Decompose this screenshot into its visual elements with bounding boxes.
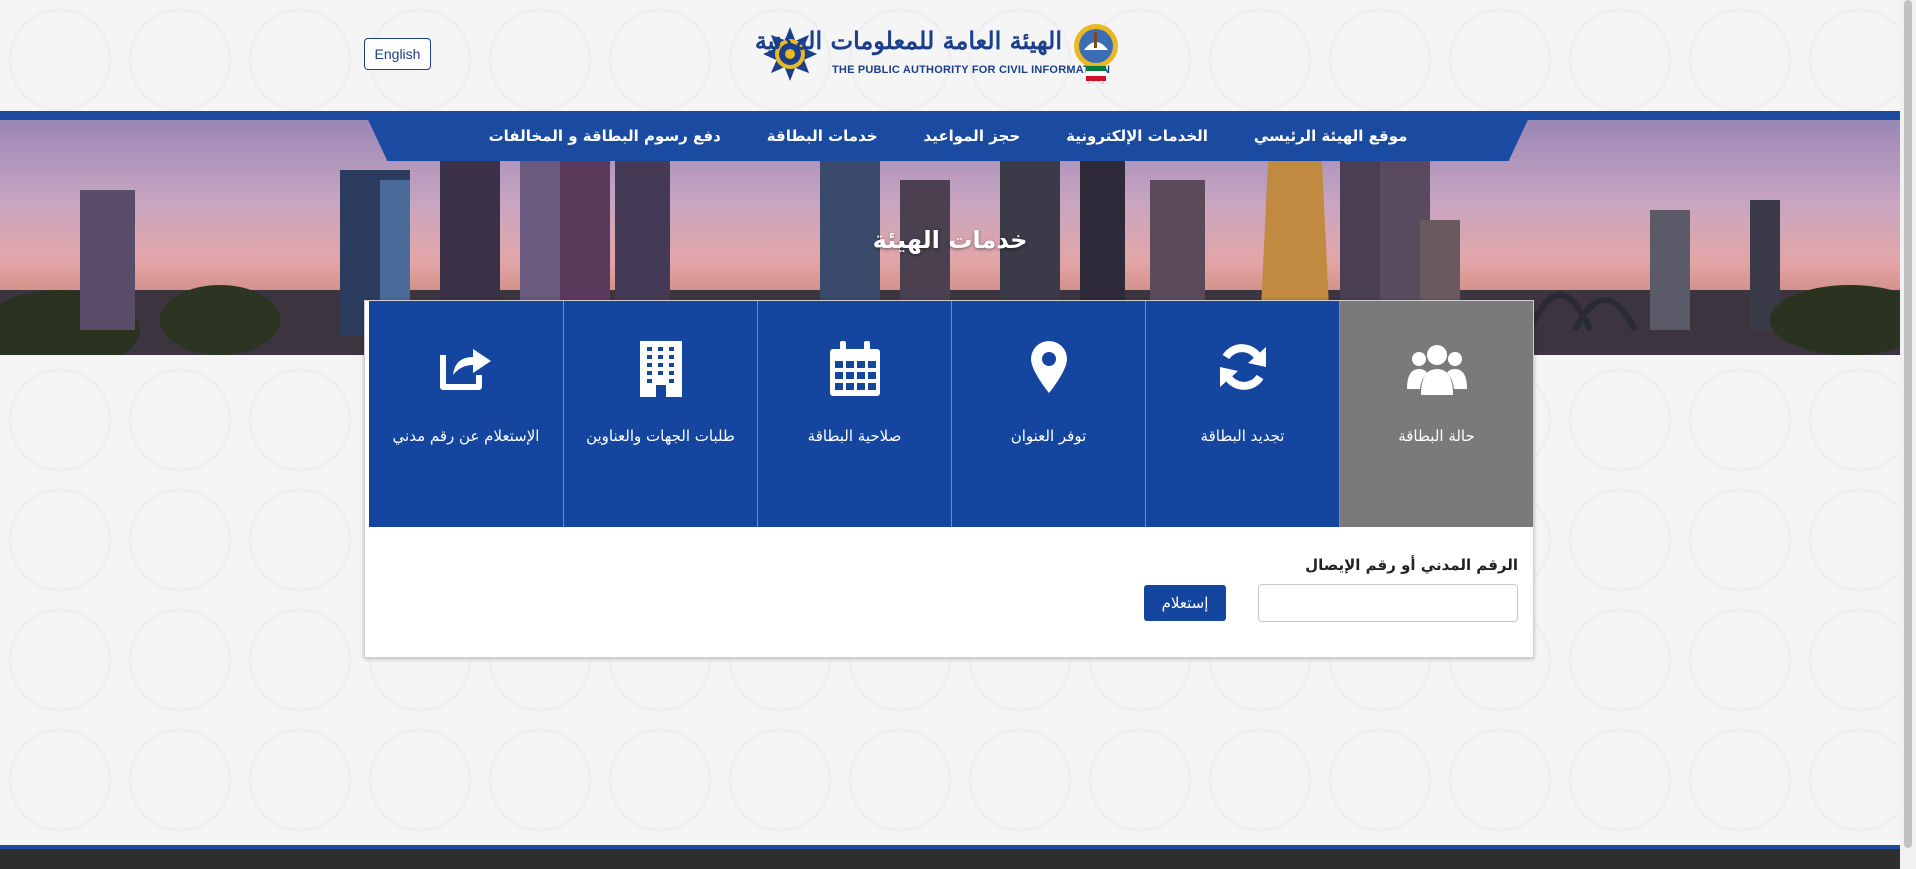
- tile-address-availability-label: توفر العنوان: [1010, 427, 1087, 445]
- language-toggle-button[interactable]: English: [364, 38, 431, 70]
- map-marker-icon: [1030, 341, 1067, 393]
- users-icon: [1406, 345, 1467, 395]
- tile-card-renewal-label: تجديد البطاقة: [1200, 427, 1285, 445]
- header: English الهيئة العامة للمعلومات المدنية …: [0, 0, 1900, 111]
- tile-card-renewal[interactable]: تجديد البطاقة: [1145, 301, 1339, 527]
- footer: [0, 849, 1900, 869]
- building-icon: [639, 341, 682, 397]
- tile-card-status-label: حالة البطاقة: [1398, 427, 1475, 445]
- tile-entities-requests[interactable]: طلبات الجهات والعناوين: [563, 301, 757, 527]
- inquiry-submit-button[interactable]: إستعلام: [1144, 585, 1226, 621]
- civil-id-input[interactable]: [1258, 584, 1518, 622]
- kuwait-emblem-icon: [1074, 24, 1118, 85]
- tile-entities-requests-label: طلبات الجهات والعناوين: [586, 427, 735, 445]
- nav-item-card-services[interactable]: خدمات البطاقة: [767, 127, 878, 145]
- nav-item-e-services[interactable]: الخدمات الإلكترونية: [1066, 127, 1208, 145]
- services-panel: حالة البطاقة تجديد البطاقة توفر العنوان …: [364, 300, 1534, 658]
- tile-card-validity-label: صلاحية البطاقة: [807, 427, 902, 445]
- main-navigation: موقع الهيئة الرئيسي الخدمات الإلكترونية …: [364, 111, 1532, 161]
- service-tiles: حالة البطاقة تجديد البطاقة توفر العنوان …: [365, 301, 1533, 527]
- tile-address-availability[interactable]: توفر العنوان: [951, 301, 1145, 527]
- civil-id-field-label: الرقم المدني أو رقم الإيصال: [1305, 556, 1518, 574]
- logo-arabic-text: الهيئة العامة للمعلومات المدنية: [754, 26, 1062, 55]
- logo-english-text: THE PUBLIC AUTHORITY FOR CIVIL INFORMATI…: [832, 64, 1111, 76]
- refresh-icon: [1219, 344, 1266, 390]
- nav-item-pay-fees[interactable]: دفع رسوم البطاقة و المخالفات: [489, 127, 721, 145]
- nav-item-main-site[interactable]: موقع الهيئة الرئيسي: [1254, 127, 1408, 145]
- calendar-icon: [829, 341, 880, 396]
- vertical-scrollbar[interactable]: [1900, 0, 1916, 869]
- nav-item-appointments[interactable]: حجز المواعيد: [924, 127, 1021, 145]
- hero-title: خدمات الهيئة: [872, 226, 1028, 254]
- share-icon: [440, 349, 491, 390]
- paci-logo[interactable]: الهيئة العامة للمعلومات المدنية THE PUBL…: [754, 20, 1126, 88]
- tile-civil-id-inquiry-label: الإستعلام عن رقم مدني: [392, 427, 540, 445]
- tile-card-validity[interactable]: صلاحية البطاقة: [757, 301, 951, 527]
- tile-card-status[interactable]: حالة البطاقة: [1339, 301, 1533, 527]
- tile-civil-id-inquiry[interactable]: الإستعلام عن رقم مدني: [369, 301, 563, 527]
- scrollbar-thumb[interactable]: [1904, 0, 1912, 848]
